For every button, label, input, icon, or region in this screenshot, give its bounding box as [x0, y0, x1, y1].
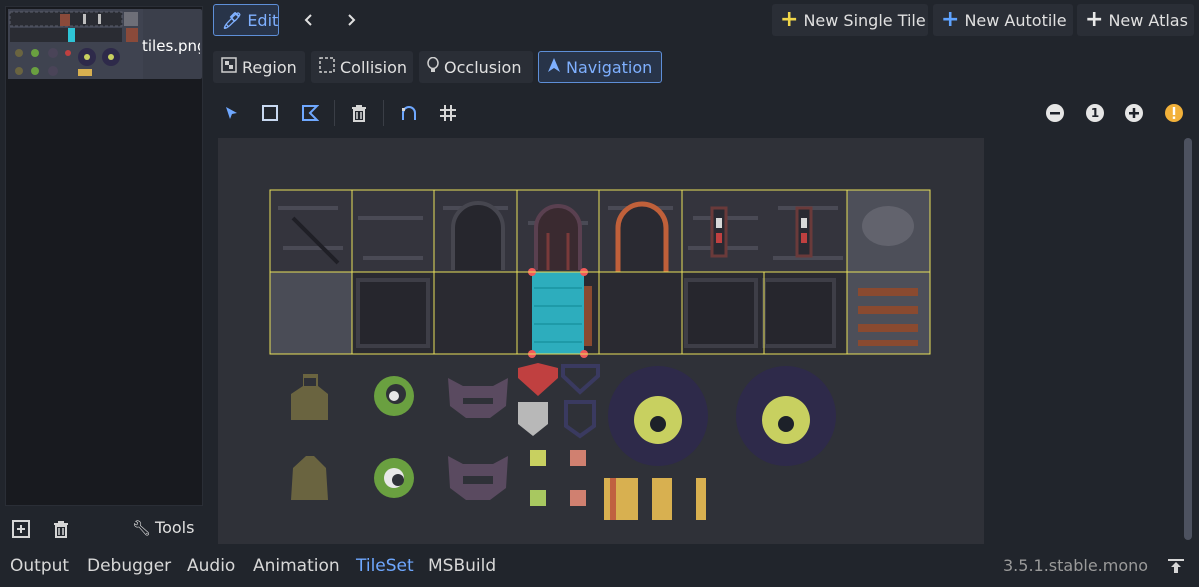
pencil-icon: 🖊︎	[222, 10, 243, 30]
version-label: 3.5.1.stable.mono	[1003, 556, 1149, 575]
texture-tools: 🔧︎ Tools	[0, 514, 210, 544]
tools-menu-button[interactable]: 🔧︎ Tools	[132, 518, 194, 537]
tab-collision[interactable]: Collision	[311, 51, 413, 83]
select-pointer-icon[interactable]	[218, 100, 244, 126]
zoom-reset-label: 1	[1090, 106, 1100, 120]
wall-tiles-row	[270, 190, 930, 272]
texture-thumbnail	[8, 9, 143, 79]
tab-output[interactable]: Output	[10, 556, 69, 576]
wrench-icon: 🔧︎	[132, 518, 152, 537]
expand-panel-icon[interactable]	[1165, 556, 1187, 576]
zoom-in-icon[interactable]	[1121, 100, 1147, 126]
lightbulb-icon	[427, 56, 439, 77]
floor-tiles-row	[270, 272, 930, 354]
scrollbar-thumb[interactable]	[1184, 138, 1192, 540]
toolbar-separator	[383, 100, 384, 126]
region-icon	[221, 57, 237, 77]
vertical-scrollbar[interactable]	[1184, 138, 1192, 540]
tab-occlusion[interactable]: Occlusion	[419, 51, 533, 83]
texture-list[interactable]: tiles.png	[5, 6, 203, 506]
plus-icon: +	[1085, 7, 1104, 32]
new-atlas-button[interactable]: + New Atlas	[1077, 4, 1194, 36]
tileset-canvas[interactable]	[218, 138, 984, 544]
new-single-tile-button[interactable]: + New Single Tile	[772, 4, 928, 36]
new-autotile-button[interactable]: + New Autotile	[933, 4, 1073, 36]
tab-navigation[interactable]: Navigation	[538, 51, 662, 83]
arrow-left-icon[interactable]	[296, 8, 322, 32]
toolbar-separator	[334, 100, 335, 126]
new-polygon-icon[interactable]	[297, 100, 323, 126]
sprite-sheet-items	[291, 363, 836, 520]
new-rectangle-icon[interactable]	[257, 100, 283, 126]
bottom-panel-bar: Output Debugger Audio Animation TileSet …	[0, 544, 1199, 587]
tab-msbuild[interactable]: MSBuild	[428, 556, 496, 576]
tab-tileset[interactable]: TileSet	[356, 556, 414, 576]
add-texture-icon[interactable]	[10, 518, 32, 540]
zoom-out-icon[interactable]	[1042, 100, 1068, 126]
tools-label: Tools	[155, 518, 195, 537]
canvas-toolbar: 1	[210, 96, 1199, 130]
delete-icon[interactable]	[346, 100, 372, 126]
plus-icon: +	[941, 7, 960, 32]
collision-icon	[319, 57, 335, 77]
trash-icon[interactable]	[50, 518, 72, 540]
tab-region[interactable]: Region	[213, 51, 305, 83]
zoom-reset-button[interactable]: 1	[1082, 100, 1108, 126]
canvas-side-area	[984, 138, 1178, 544]
texture-item-tiles[interactable]: tiles.png	[8, 9, 202, 79]
edit-button[interactable]: 🖊︎ Edit	[213, 4, 279, 36]
tileset-editor: 🖊︎ Edit + New Single Tile + New Autotile…	[210, 0, 1199, 544]
tab-audio[interactable]: Audio	[187, 556, 235, 576]
tab-debugger[interactable]: Debugger	[87, 556, 171, 576]
plus-icon: +	[780, 7, 799, 32]
arrow-right-icon[interactable]	[338, 8, 364, 32]
tab-animation[interactable]: Animation	[253, 556, 340, 576]
navigation-icon	[547, 57, 561, 77]
snap-icon[interactable]	[396, 100, 422, 126]
texture-panel: tiles.png 🔧︎ Tools	[0, 0, 210, 544]
grid-icon[interactable]	[435, 100, 461, 126]
info-icon[interactable]	[1161, 100, 1187, 126]
navigation-polygon[interactable]	[528, 268, 588, 358]
texture-name: tiles.png	[142, 37, 200, 55]
